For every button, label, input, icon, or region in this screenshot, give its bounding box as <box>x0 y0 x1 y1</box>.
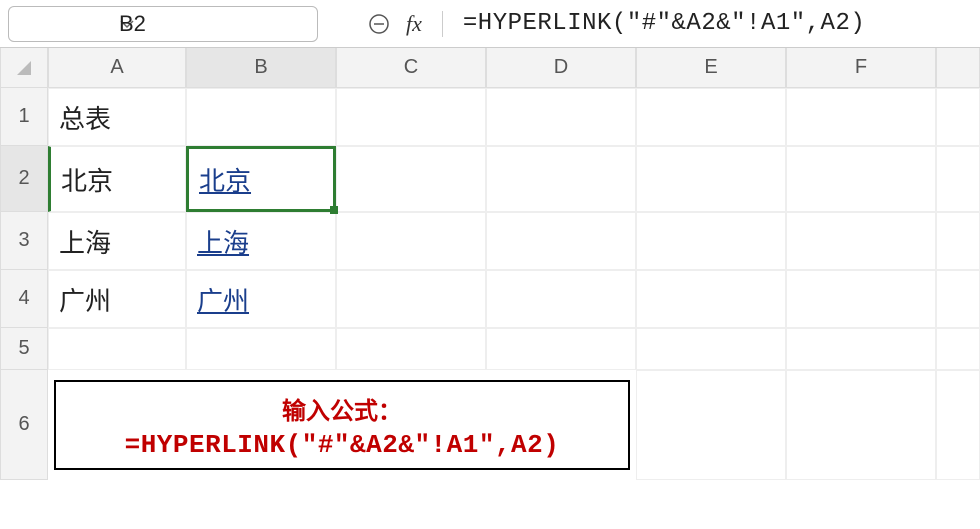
cell-E1[interactable] <box>636 88 786 146</box>
cell-F4[interactable] <box>786 270 936 328</box>
cell-E3[interactable] <box>636 212 786 270</box>
cell-D3[interactable] <box>486 212 636 270</box>
col-header-B[interactable]: B <box>186 48 336 88</box>
cell-B4[interactable]: 广州 <box>186 270 336 328</box>
col-header-C[interactable]: C <box>336 48 486 88</box>
fx-icon[interactable]: fx <box>406 11 422 37</box>
cell-C3[interactable] <box>336 212 486 270</box>
name-box[interactable]: B2 <box>8 6 318 42</box>
cell-B5[interactable] <box>186 328 336 370</box>
cell-D4[interactable] <box>486 270 636 328</box>
cell-C1[interactable] <box>336 88 486 146</box>
col-header-E[interactable]: E <box>636 48 786 88</box>
cell-A3[interactable]: 上海 <box>48 212 186 270</box>
cell-D2[interactable] <box>486 146 636 212</box>
cell-F3[interactable] <box>786 212 936 270</box>
cell-F6[interactable] <box>786 370 936 480</box>
formula-bar-row: B2 fx =HYPERLINK("#"&A2&"!A1",A2) <box>0 0 980 48</box>
cell-E6[interactable] <box>636 370 786 480</box>
spreadsheet-grid[interactable]: A B C D E F 1 总表 2 北京 北京 3 上海 上海 4 广州 广州… <box>0 48 980 480</box>
formula-bar[interactable]: fx =HYPERLINK("#"&A2&"!A1",A2) <box>328 10 865 37</box>
cell-G2[interactable] <box>936 146 980 212</box>
cell-D1[interactable] <box>486 88 636 146</box>
annotation-box-wrap: 输入公式： =HYPERLINK(″#″&A2&″!A1″,A2) <box>48 370 636 480</box>
insert-function-icon[interactable] <box>368 13 390 35</box>
row-header-2[interactable]: 2 <box>0 146 48 212</box>
cell-F2[interactable] <box>786 146 936 212</box>
cell-B1[interactable] <box>186 88 336 146</box>
cell-A1[interactable]: 总表 <box>48 88 186 146</box>
cell-C5[interactable] <box>336 328 486 370</box>
divider <box>442 11 443 37</box>
row-header-3[interactable]: 3 <box>0 212 48 270</box>
row-header-1[interactable]: 1 <box>0 88 48 146</box>
name-box-reference: B2 <box>119 11 146 37</box>
col-header-F[interactable]: F <box>786 48 936 88</box>
cell-G4[interactable] <box>936 270 980 328</box>
cell-F5[interactable] <box>786 328 936 370</box>
annotation-line1: 输入公式： <box>282 391 402 426</box>
col-header-D[interactable]: D <box>486 48 636 88</box>
row-header-5[interactable]: 5 <box>0 328 48 370</box>
cell-C2[interactable] <box>336 146 486 212</box>
cell-G6[interactable] <box>936 370 980 480</box>
cell-E4[interactable] <box>636 270 786 328</box>
select-all-corner[interactable] <box>0 48 48 88</box>
cell-G1[interactable] <box>936 88 980 146</box>
cell-C4[interactable] <box>336 270 486 328</box>
cell-B3[interactable]: 上海 <box>186 212 336 270</box>
cell-D5[interactable] <box>486 328 636 370</box>
col-header-extra[interactable] <box>936 48 980 88</box>
cell-A5[interactable] <box>48 328 186 370</box>
cell-B2[interactable]: 北京 <box>186 146 336 212</box>
formula-input[interactable]: =HYPERLINK("#"&A2&"!A1",A2) <box>463 10 865 37</box>
cell-G3[interactable] <box>936 212 980 270</box>
cell-A4[interactable]: 广州 <box>48 270 186 328</box>
row-header-6[interactable]: 6 <box>0 370 48 480</box>
cell-G5[interactable] <box>936 328 980 370</box>
cell-F1[interactable] <box>786 88 936 146</box>
annotation-box: 输入公式： =HYPERLINK(″#″&A2&″!A1″,A2) <box>54 380 630 470</box>
cell-A2[interactable]: 北京 <box>48 146 186 212</box>
cell-E5[interactable] <box>636 328 786 370</box>
col-header-A[interactable]: A <box>48 48 186 88</box>
annotation-line2: =HYPERLINK(″#″&A2&″!A1″,A2) <box>125 430 560 460</box>
row-header-4[interactable]: 4 <box>0 270 48 328</box>
cell-E2[interactable] <box>636 146 786 212</box>
